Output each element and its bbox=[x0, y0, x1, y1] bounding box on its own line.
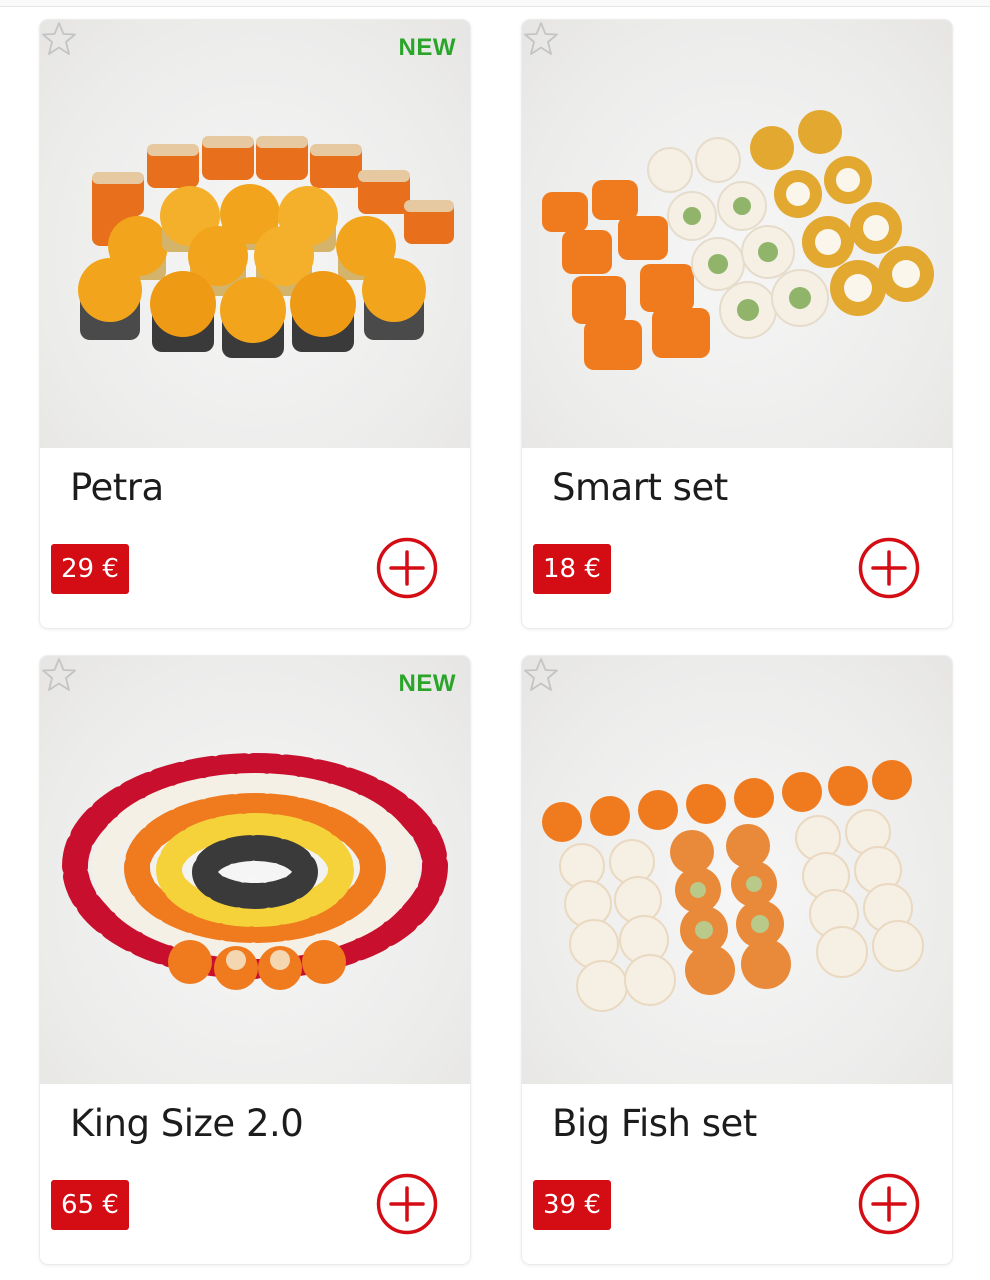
product-card[interactable]: NEW Petra 29 € bbox=[40, 20, 470, 628]
product-card[interactable]: Big Fish set 39 € bbox=[522, 656, 952, 1264]
product-card[interactable]: NEW King Size 2.0 65 € bbox=[40, 656, 470, 1264]
sushi-photo-king-size bbox=[62, 753, 448, 990]
sushi-photo-smart-set bbox=[542, 110, 934, 370]
plus-circle-icon[interactable] bbox=[376, 537, 438, 599]
price-tag: 65 € bbox=[51, 1180, 129, 1230]
plus-circle-icon[interactable] bbox=[376, 1173, 438, 1235]
product-photo[interactable] bbox=[522, 656, 952, 1084]
plus-circle-icon[interactable] bbox=[858, 537, 920, 599]
sushi-photo-petra bbox=[78, 136, 454, 358]
price-tag: 18 € bbox=[533, 544, 611, 594]
product-name[interactable]: Smart set bbox=[552, 466, 728, 509]
product-name[interactable]: Big Fish set bbox=[552, 1102, 757, 1145]
star-outline-icon[interactable] bbox=[40, 656, 78, 694]
price-tag: 29 € bbox=[51, 544, 129, 594]
plus-circle-icon[interactable] bbox=[858, 1173, 920, 1235]
product-card[interactable]: Smart set 18 € bbox=[522, 20, 952, 628]
product-photo[interactable]: NEW bbox=[40, 20, 470, 448]
price-tag: 39 € bbox=[533, 1180, 611, 1230]
new-badge: NEW bbox=[398, 670, 456, 697]
product-grid: NEW Petra 29 € Smart set 18 € NEW King S… bbox=[40, 20, 952, 1264]
star-outline-icon[interactable] bbox=[522, 20, 560, 58]
star-outline-icon[interactable] bbox=[522, 656, 560, 694]
star-outline-icon[interactable] bbox=[40, 20, 78, 58]
product-photo[interactable] bbox=[522, 20, 952, 448]
top-divider bbox=[0, 0, 990, 7]
product-photo[interactable]: NEW bbox=[40, 656, 470, 1084]
sushi-photo-big-fish bbox=[542, 760, 924, 1012]
product-name[interactable]: Petra bbox=[70, 466, 164, 509]
new-badge: NEW bbox=[398, 34, 456, 61]
product-name[interactable]: King Size 2.0 bbox=[70, 1102, 304, 1145]
